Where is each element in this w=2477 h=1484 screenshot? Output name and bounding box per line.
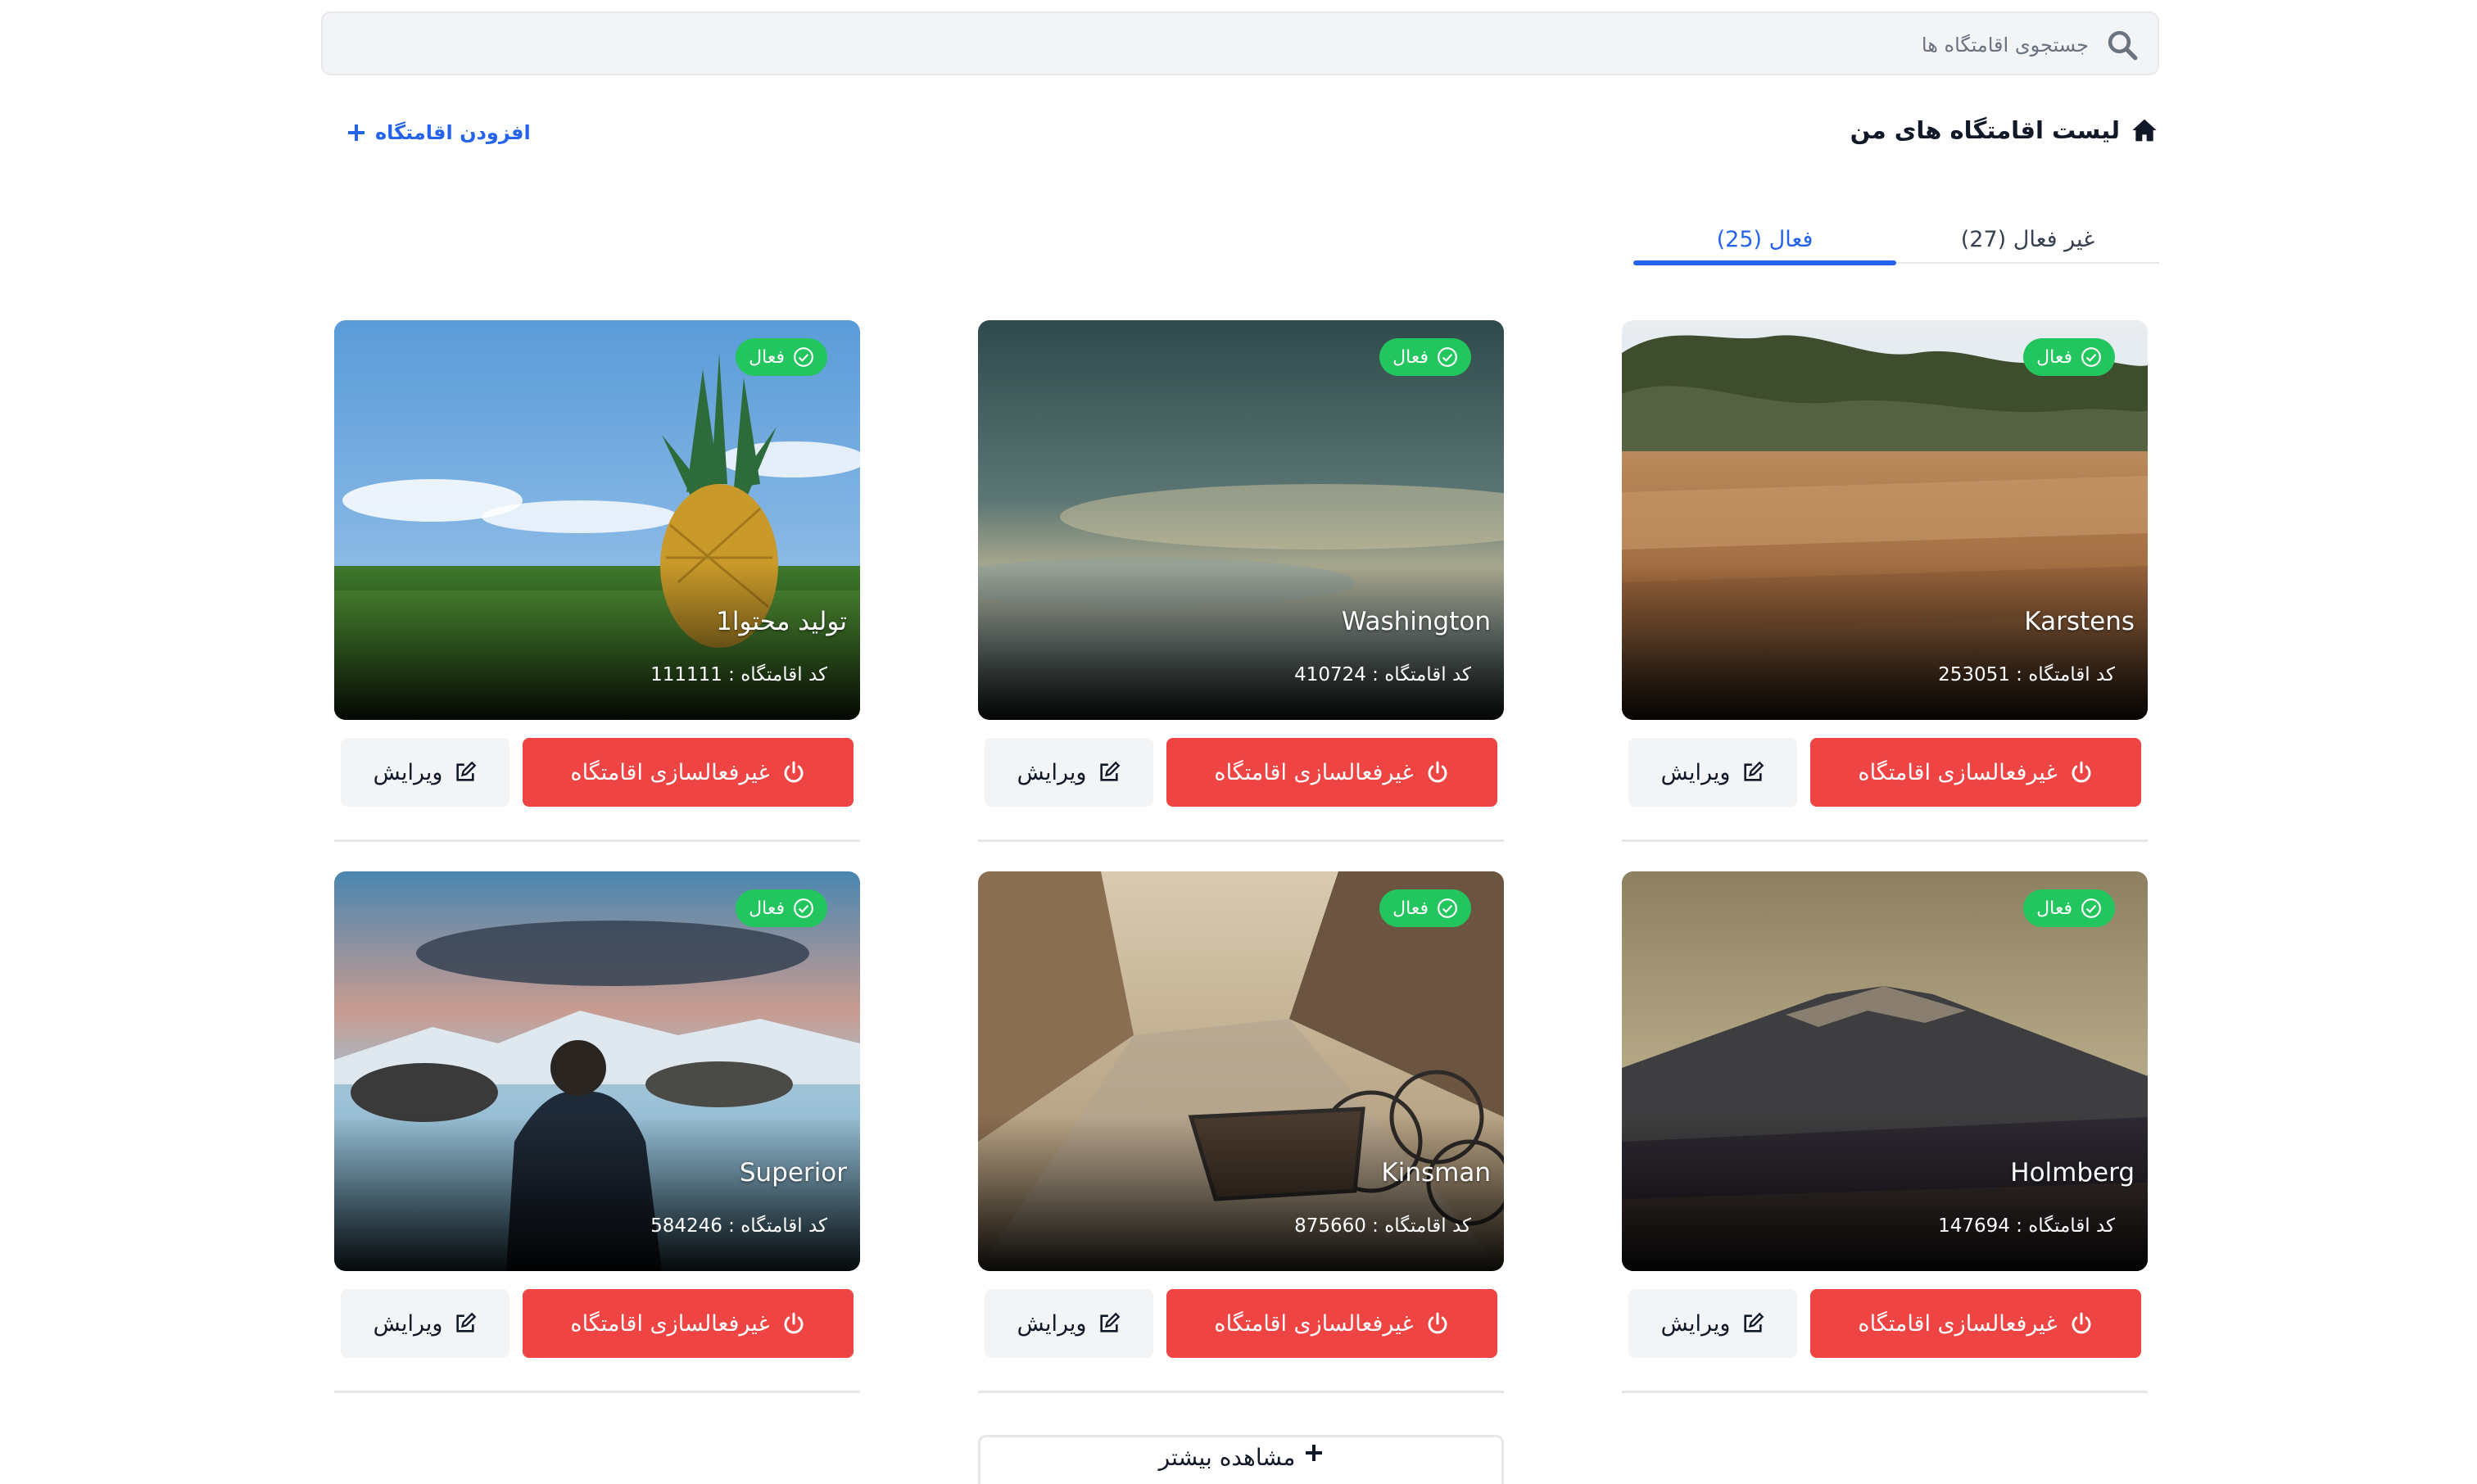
power-icon [2072, 761, 2091, 783]
check-circle-icon [1438, 347, 1457, 367]
edit-icon [1744, 761, 1764, 781]
status-badge: فعال [1379, 338, 1471, 376]
accommodation-image[interactable] [1622, 871, 2148, 1271]
accommodation-image[interactable] [978, 871, 1504, 1271]
home-icon [2132, 119, 2157, 142]
status-badge-label: فعال [749, 346, 785, 368]
deactivate-label: غیرفعالسازی اقامتگاه [1214, 759, 1414, 785]
check-circle-icon [2081, 898, 2101, 918]
status-badge: فعال [2023, 338, 2115, 376]
divider [334, 1391, 860, 1393]
status-tabs: غیر فعال (27) فعال (25) [1633, 216, 2159, 265]
search-icon [2108, 30, 2138, 61]
check-circle-icon [1438, 898, 1457, 918]
edit-button[interactable]: ویرایش [341, 1289, 509, 1358]
edit-button[interactable]: ویرایش [1628, 1289, 1797, 1358]
power-icon [1428, 1312, 1447, 1334]
edit-icon [456, 1312, 477, 1332]
check-circle-icon [794, 898, 813, 918]
status-badge: فعال [2023, 889, 2115, 927]
deactivate-label: غیرفعالسازی اقامتگاه [1214, 1310, 1414, 1337]
power-icon [1428, 761, 1447, 783]
edit-label: ویرایش [373, 759, 443, 785]
status-badge-label: فعال [1392, 346, 1429, 368]
edit-icon [1100, 761, 1121, 781]
divider [334, 839, 860, 842]
power-icon [784, 1312, 804, 1334]
edit-label: ویرایش [1017, 759, 1087, 785]
edit-label: ویرایش [1017, 1310, 1087, 1337]
edit-icon [1100, 1312, 1121, 1332]
accommodation-code: کد اقامتگاه : 584246 [650, 1215, 827, 1237]
tab-inactive[interactable]: غیر فعال (27) [1896, 216, 2159, 262]
edit-icon [1744, 1312, 1764, 1332]
accommodation-name: Kinsman [1381, 1158, 1491, 1188]
accommodation-name: Holmberg [2010, 1158, 2135, 1188]
deactivate-label: غیرفعالسازی اقامتگاه [1858, 1310, 2058, 1337]
status-badge-label: فعال [749, 898, 785, 919]
deactivate-button[interactable]: غیرفعالسازی اقامتگاه [1810, 1289, 2141, 1358]
divider [1622, 839, 2148, 842]
divider [978, 1391, 1504, 1393]
show-more-label: مشاهده بیشتر [1158, 1444, 1296, 1471]
accommodation-code: کد اقامتگاه : 147694 [1938, 1215, 2115, 1237]
check-circle-icon [794, 347, 813, 367]
accommodation-name: Washington [1341, 607, 1491, 636]
accommodation-code: کد اقامتگاه : 253051 [1938, 664, 2115, 685]
edit-button[interactable]: ویرایش [1628, 738, 1797, 807]
divider [1622, 1391, 2148, 1393]
search-bar [321, 11, 2159, 75]
accommodation-image[interactable] [978, 320, 1504, 720]
accommodation-name: Superior [739, 1158, 847, 1188]
deactivate-button[interactable]: غیرفعالسازی اقامتگاه [523, 1289, 854, 1358]
edit-button[interactable]: ویرایش [985, 1289, 1153, 1358]
accommodation-name: تولید محتوا1 [716, 607, 847, 636]
edit-button[interactable]: ویرایش [985, 738, 1153, 807]
deactivate-button[interactable]: غیرفعالسازی اقامتگاه [1810, 738, 2141, 807]
deactivate-label: غیرفعالسازی اقامتگاه [570, 759, 770, 785]
accommodation-image[interactable] [1622, 320, 2148, 720]
show-more-button[interactable]: مشاهده بیشتر [978, 1435, 1504, 1484]
page-title-text: لیست اقامتگاه های من [1850, 116, 2120, 144]
status-badge-label: فعال [2036, 346, 2072, 368]
accommodation-image[interactable] [334, 871, 860, 1271]
edit-icon [456, 761, 477, 781]
deactivate-button[interactable]: غیرفعالسازی اقامتگاه [1166, 738, 1497, 807]
divider [978, 839, 1504, 842]
power-icon [2072, 1312, 2091, 1334]
edit-label: ویرایش [373, 1310, 443, 1337]
edit-label: ویرایش [1660, 1310, 1731, 1337]
page-title: لیست اقامتگاه های من [1850, 116, 2158, 144]
status-badge-label: فعال [1392, 898, 1429, 919]
edit-label: ویرایش [1660, 759, 1731, 785]
plus-icon [348, 124, 365, 141]
deactivate-label: غیرفعالسازی اقامتگاه [1858, 759, 2058, 785]
accommodation-name: Karstens [2024, 607, 2135, 636]
accommodation-code: کد اقامتگاه : 111111 [650, 664, 827, 685]
tab-active[interactable]: فعال (25) [1633, 216, 1896, 265]
plus-icon [1306, 1445, 1323, 1461]
deactivate-label: غیرفعالسازی اقامتگاه [570, 1310, 770, 1337]
check-circle-icon [2081, 347, 2101, 367]
status-badge: فعال [1379, 889, 1471, 927]
deactivate-button[interactable]: غیرفعالسازی اقامتگاه [1166, 1289, 1497, 1358]
search-input[interactable] [531, 23, 2090, 67]
edit-button[interactable]: ویرایش [341, 738, 509, 807]
accommodation-code: کد اقامتگاه : 410724 [1294, 664, 1471, 685]
power-icon [784, 761, 804, 783]
deactivate-button[interactable]: غیرفعالسازی اقامتگاه [523, 738, 854, 807]
accommodation-code: کد اقامتگاه : 875660 [1294, 1215, 1471, 1237]
accommodation-image[interactable] [334, 320, 860, 720]
add-accommodation-link[interactable]: افزودن اقامتگاه [347, 121, 531, 144]
status-badge: فعال [736, 889, 827, 927]
status-badge-label: فعال [2036, 898, 2072, 919]
add-accommodation-label: افزودن اقامتگاه [375, 121, 531, 144]
status-badge: فعال [736, 338, 827, 376]
